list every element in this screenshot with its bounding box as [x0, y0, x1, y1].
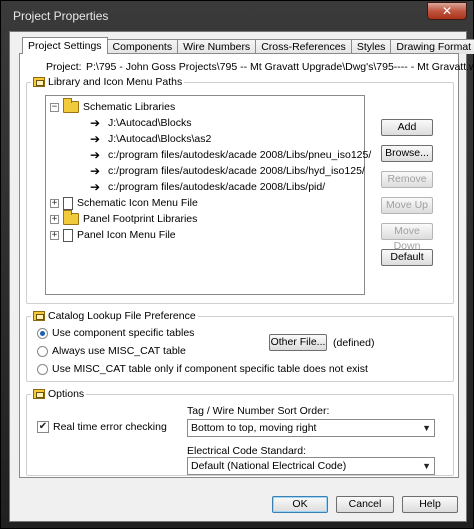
tab-strip: Project Settings Components Wire Numbers…	[22, 37, 474, 54]
library-group-icon	[33, 77, 45, 87]
dialog-body: Project Settings Components Wire Numbers…	[9, 31, 474, 522]
sort-order-label: Tag / Wire Number Sort Order:	[187, 405, 330, 417]
defined-status: (defined)	[333, 337, 375, 349]
checkbox[interactable]: ✔	[37, 421, 49, 433]
title-bar[interactable]: Project Properties ✕	[1, 1, 473, 31]
tree-row-panel-footprint[interactable]: + Panel Footprint Libraries	[50, 210, 198, 227]
radio-misc-cat-fallback[interactable]: Use MISC_CAT table only if component spe…	[37, 363, 368, 375]
options-group-icon	[33, 389, 45, 399]
options-group: Options ✔ Real time error checking Tag /…	[26, 388, 454, 476]
chevron-down-icon: ▼	[422, 461, 431, 471]
collapse-icon[interactable]: −	[50, 102, 59, 112]
catalog-group-title: Catalog Lookup File Preference	[31, 310, 198, 322]
options-group-title: Options	[31, 388, 87, 400]
arrow-right-icon: ➔	[89, 180, 101, 194]
sort-order-select[interactable]: Bottom to top, moving right ▼	[187, 419, 435, 437]
radio-label: Use component specific tables	[52, 327, 195, 339]
tab-cross-references[interactable]: Cross-References	[255, 39, 352, 54]
browse-button[interactable]: Browse...	[381, 145, 433, 162]
radio-label: Always use MISC_CAT table	[52, 345, 186, 357]
code-standard-value: Default (National Electrical Code)	[191, 460, 347, 472]
arrow-right-icon: ➔	[89, 132, 101, 146]
tree-row-path[interactable]: ➔ c:/program files/autodesk/acade 2008/L…	[86, 163, 365, 179]
move-down-button[interactable]: Move Down	[381, 223, 433, 252]
tree-row-path[interactable]: ➔ c:/program files/autodesk/acade 2008/L…	[86, 179, 325, 195]
default-button[interactable]: Default	[381, 249, 433, 266]
code-standard-select[interactable]: Default (National Electrical Code) ▼	[187, 457, 435, 475]
arrow-right-icon: ➔	[89, 148, 101, 162]
library-group: Library and Icon Menu Paths − Schematic …	[26, 76, 454, 304]
radio-button[interactable]	[37, 363, 48, 375]
ok-button[interactable]: OK	[272, 496, 328, 513]
tree-label: c:/program files/autodesk/acade 2008/Lib…	[108, 149, 372, 161]
tree-row-schematic-icon-menu[interactable]: + Schematic Icon Menu File	[50, 195, 198, 211]
library-group-label: Library and Icon Menu Paths	[48, 76, 183, 88]
help-button[interactable]: Help	[402, 496, 458, 513]
tab-drawing-format[interactable]: Drawing Format	[390, 39, 474, 54]
library-group-title: Library and Icon Menu Paths	[31, 76, 185, 88]
radio-label: Use MISC_CAT table only if component spe…	[52, 363, 368, 375]
tab-styles[interactable]: Styles	[350, 39, 392, 54]
options-group-label: Options	[48, 388, 85, 400]
move-up-button[interactable]: Move Up	[381, 197, 433, 214]
tree-label: Panel Footprint Libraries	[83, 213, 198, 225]
tab-project-settings[interactable]: Project Settings	[22, 37, 108, 54]
arrow-right-icon: ➔	[89, 164, 101, 178]
tree-label: J:\Autocad\Blocks\as2	[108, 133, 212, 145]
radio-component-specific[interactable]: Use component specific tables	[37, 327, 194, 339]
add-button[interactable]: Add	[381, 119, 433, 136]
realtime-error-checking[interactable]: ✔ Real time error checking	[37, 421, 167, 433]
project-path: P:\795 - John Goss Projects\795 -- Mt Gr…	[86, 61, 474, 73]
document-icon	[63, 228, 73, 242]
sort-order-value: Bottom to top, moving right	[191, 422, 317, 434]
library-tree[interactable]: − Schematic Libraries ➔ J:\Autocad\Block…	[45, 95, 371, 295]
cancel-button[interactable]: Cancel	[336, 496, 394, 513]
tree-label: Panel Icon Menu File	[77, 229, 176, 241]
expand-icon[interactable]: +	[50, 230, 59, 240]
radio-button[interactable]	[37, 345, 48, 357]
tree-row-path[interactable]: ➔ c:/program files/autodesk/acade 2008/L…	[86, 147, 371, 163]
tree-row-path[interactable]: ➔ J:\Autocad\Blocks\as2	[86, 131, 211, 147]
code-standard-label: Electrical Code Standard:	[187, 445, 307, 457]
tree-label: J:\Autocad\Blocks	[108, 117, 192, 129]
radio-always-misc-cat[interactable]: Always use MISC_CAT table	[37, 345, 186, 357]
folder-icon	[63, 98, 79, 113]
tree-label: c:/program files/autodesk/acade 2008/Lib…	[108, 181, 326, 193]
folder-icon	[63, 210, 79, 225]
window-title: Project Properties	[13, 9, 109, 23]
close-icon: ✕	[441, 4, 453, 18]
catalog-group: Catalog Lookup File Preference Use compo…	[26, 310, 454, 382]
arrow-right-icon: ➔	[89, 116, 101, 130]
project-properties-window: Project Properties ✕ Project Settings Co…	[0, 0, 474, 529]
other-file-button[interactable]: Other File...	[269, 334, 327, 351]
project-settings-panel: Project: P:\795 - John Goss Projects\795…	[19, 53, 474, 478]
tree-label: Schematic Icon Menu File	[77, 197, 198, 209]
tab-components[interactable]: Components	[106, 39, 179, 54]
tab-wire-numbers[interactable]: Wire Numbers	[177, 39, 257, 54]
radio-button[interactable]	[37, 327, 48, 339]
catalog-group-icon	[33, 311, 45, 321]
tree-row-path[interactable]: ➔ J:\Autocad\Blocks	[86, 115, 192, 131]
checkbox-label: Real time error checking	[53, 421, 167, 433]
tree-label: Schematic Libraries	[83, 101, 176, 113]
close-button[interactable]: ✕	[427, 2, 467, 20]
tree-label: c:/program files/autodesk/acade 2008/Lib…	[108, 165, 365, 177]
tree-row-panel-icon-menu[interactable]: + Panel Icon Menu File	[50, 227, 176, 243]
document-icon	[63, 196, 73, 210]
expand-icon[interactable]: +	[50, 214, 59, 224]
project-label: Project:	[46, 61, 82, 73]
expand-icon[interactable]: +	[50, 198, 59, 208]
tree-row-schematic-libraries[interactable]: − Schematic Libraries	[50, 98, 176, 115]
catalog-group-label: Catalog Lookup File Preference	[48, 310, 196, 322]
remove-button[interactable]: Remove	[381, 171, 433, 188]
chevron-down-icon: ▼	[422, 423, 431, 433]
